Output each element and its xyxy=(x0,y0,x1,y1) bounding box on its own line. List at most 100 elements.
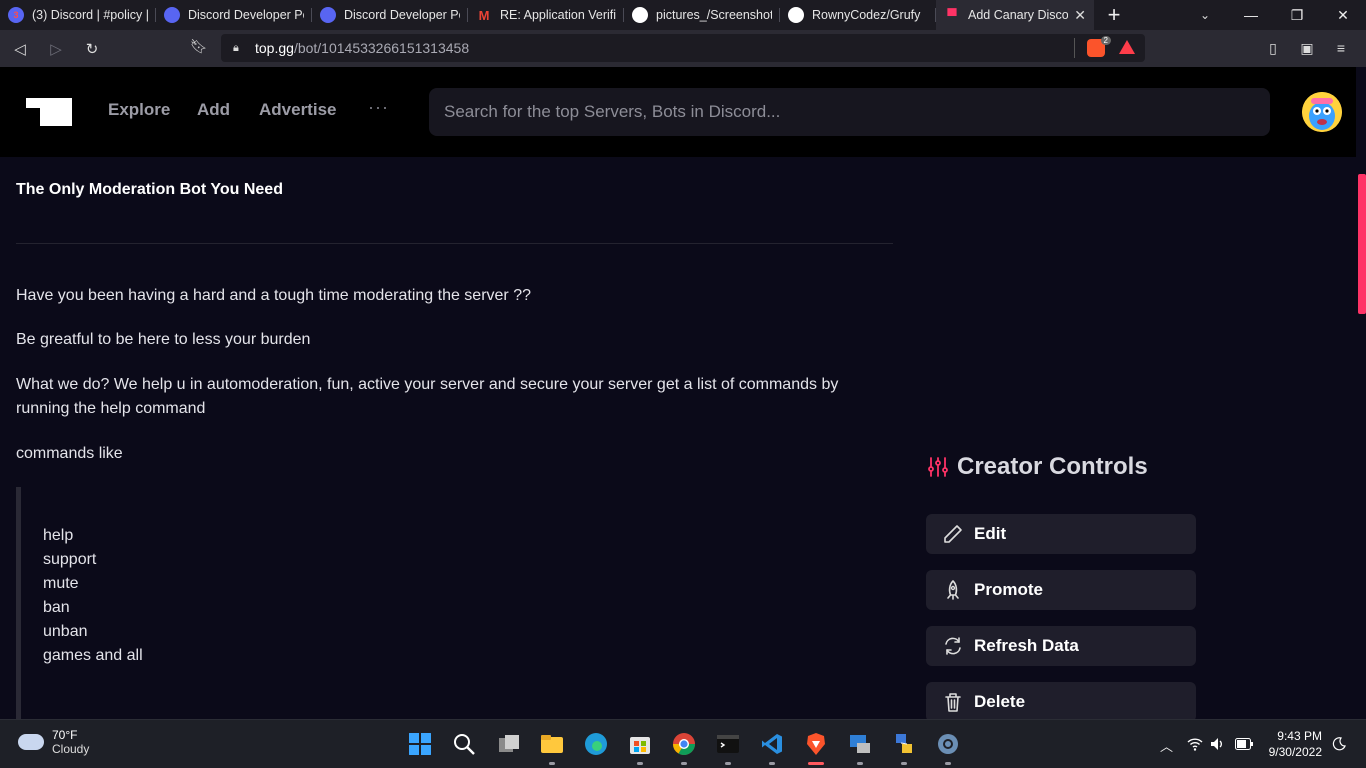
description-paragraph: What we do? We help u in automoderation,… xyxy=(16,376,839,417)
topgg-icon: ▀ xyxy=(947,7,957,23)
site-header: Explore Add Advertise ··· xyxy=(0,67,1356,157)
command-item: ban xyxy=(43,599,70,616)
settings-gear-icon[interactable] xyxy=(936,732,960,756)
task-view-icon[interactable] xyxy=(497,732,521,756)
creator-controls-title: Creator Controls xyxy=(957,453,1148,480)
bot-page-content: The Only Moderation Bot You Need Have yo… xyxy=(0,157,1356,719)
tab-search-chevron-icon[interactable]: ⌄ xyxy=(1192,0,1218,30)
gmail-icon: M xyxy=(478,7,490,23)
delete-button-label: Delete xyxy=(974,692,1026,711)
browser-tab-topgg-active[interactable]: ▀ Add Canary Discor ✕ xyxy=(936,0,1094,30)
discord-icon: 3 xyxy=(8,7,24,23)
promote-button-label: Promote xyxy=(974,580,1043,599)
minimize-icon[interactable]: — xyxy=(1228,0,1274,30)
brave-rewards-icon[interactable] xyxy=(1119,40,1135,54)
browser-tab-discord-dev-2[interactable]: Discord Developer Por xyxy=(312,0,468,30)
sidebar-icon[interactable]: ▯ xyxy=(1256,34,1290,62)
refresh-data-button-label: Refresh Data xyxy=(974,636,1079,655)
battery-icon[interactable] xyxy=(1235,738,1253,750)
running-indicator xyxy=(945,762,951,765)
cloud-icon xyxy=(18,734,44,750)
discord-icon xyxy=(320,7,336,23)
weather-widget[interactable]: 70°F Cloudy xyxy=(18,728,89,756)
running-indicator xyxy=(901,762,907,765)
topgg-logo-icon[interactable] xyxy=(26,98,72,126)
browser-tab-gmail[interactable]: M RE: Application Verifica xyxy=(468,0,624,30)
browser-tab-discord-dev-1[interactable]: Discord Developer Por xyxy=(156,0,312,30)
forward-icon[interactable]: ▷ xyxy=(40,33,72,65)
tab-title: Discord Developer Por xyxy=(344,8,460,22)
wallet-icon[interactable]: ▣ xyxy=(1290,34,1324,62)
restore-icon[interactable]: ❐ xyxy=(1274,0,1320,30)
tab-title: pictures_/Screenshot_2 xyxy=(656,8,772,22)
sliders-icon xyxy=(928,457,948,477)
edge-icon[interactable] xyxy=(584,732,608,756)
store-icon[interactable] xyxy=(628,732,652,756)
refresh-icon xyxy=(945,637,961,655)
wifi-icon[interactable] xyxy=(1187,737,1203,751)
remote-desktop-icon[interactable] xyxy=(848,732,872,756)
command-item: mute xyxy=(43,575,79,592)
browser-tab-discord[interactable]: 3 (3) Discord | #policy | C xyxy=(0,0,156,30)
weather-temperature: 70°F xyxy=(52,728,78,742)
new-tab-button[interactable]: + xyxy=(1094,2,1134,28)
github-icon xyxy=(788,7,804,23)
nav-explore[interactable]: Explore xyxy=(108,100,170,120)
terminal-icon[interactable] xyxy=(716,732,740,756)
volume-icon[interactable] xyxy=(1210,737,1226,751)
tray-chevron-up-icon[interactable]: ︿ xyxy=(1160,736,1173,755)
search-icon[interactable] xyxy=(452,732,476,756)
nav-advertise[interactable]: Advertise xyxy=(259,100,336,120)
chrome-icon[interactable] xyxy=(672,732,696,756)
tab-title: RownyCodez/Grufy xyxy=(812,8,921,22)
trash-icon xyxy=(945,693,961,712)
delete-button[interactable]: Delete xyxy=(926,682,1196,719)
edit-button[interactable]: Edit xyxy=(926,514,1196,554)
back-icon[interactable]: ◁ xyxy=(4,33,36,65)
browser-tab-github-1[interactable]: pictures_/Screenshot_2 xyxy=(624,0,780,30)
running-indicator xyxy=(769,762,775,765)
system-clock[interactable]: 9:43 PM 9/30/2022 xyxy=(1262,728,1322,760)
description-paragraph: Have you been having a hard and a tough … xyxy=(16,287,531,304)
description-heading: The Only Moderation Bot You Need xyxy=(16,181,283,198)
close-window-icon[interactable]: ✕ xyxy=(1320,0,1366,30)
avatar[interactable] xyxy=(1302,92,1342,132)
nav-add[interactable]: Add xyxy=(197,100,230,120)
tab-title: (3) Discord | #policy | C xyxy=(32,8,148,22)
menu-icon[interactable]: ≡ xyxy=(1324,34,1358,62)
refresh-data-button[interactable]: Refresh Data xyxy=(926,626,1196,666)
clock-date: 9/30/2022 xyxy=(1268,745,1322,759)
commands-blockquote: help support mute ban unban games and al… xyxy=(16,487,886,719)
more-menu-icon[interactable]: ··· xyxy=(368,97,389,118)
browser-tab-strip: 3 (3) Discord | #policy | C Discord Deve… xyxy=(0,0,1366,30)
notification-moon-icon[interactable] xyxy=(1332,737,1346,751)
description-paragraph: Be greatful to be here to less your burd… xyxy=(16,331,311,348)
network-app-icon[interactable] xyxy=(892,732,916,756)
browser-tab-github-2[interactable]: RownyCodez/Grufy xyxy=(780,0,936,30)
pencil-icon xyxy=(944,525,962,543)
windows-start-icon[interactable] xyxy=(408,732,432,756)
promote-button[interactable]: Promote xyxy=(926,570,1196,610)
address-bar[interactable]: 🔒︎ top.gg/bot/1014533266151313458 2 xyxy=(221,34,1145,62)
rocket-icon xyxy=(947,580,959,600)
command-item: help xyxy=(43,527,74,544)
file-explorer-icon[interactable] xyxy=(540,732,564,756)
github-icon xyxy=(632,7,648,23)
running-indicator xyxy=(637,762,643,765)
search-input[interactable] xyxy=(429,88,1270,136)
page-scrollbar[interactable] xyxy=(1356,67,1366,719)
shields-count-badge: 2 xyxy=(1100,36,1111,45)
divider xyxy=(1074,38,1075,58)
vscode-icon[interactable] xyxy=(760,732,784,756)
windows-taskbar: 70°F Cloudy ︿ 9:43 PM 9/30/2022 xyxy=(0,719,1366,768)
command-item: games and all xyxy=(43,647,143,664)
edit-button-label: Edit xyxy=(974,524,1007,543)
reload-icon[interactable]: ↻ xyxy=(76,33,108,65)
clock-time: 9:43 PM xyxy=(1277,729,1322,743)
running-indicator xyxy=(857,762,863,765)
tab-title: Discord Developer Por xyxy=(188,8,304,22)
scrollbar-thumb[interactable] xyxy=(1358,174,1366,314)
brave-icon[interactable] xyxy=(804,732,828,756)
bookmark-icon[interactable]: 🔖︎ xyxy=(190,38,208,55)
close-tab-icon[interactable]: ✕ xyxy=(1074,7,1086,24)
